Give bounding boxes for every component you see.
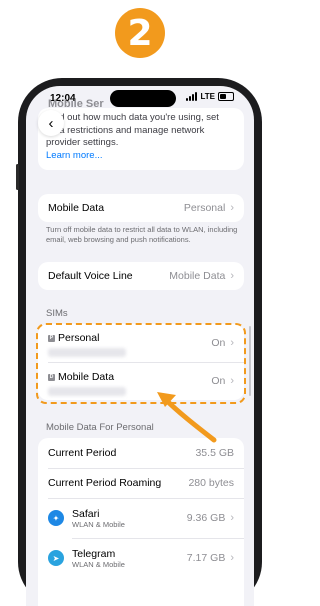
scroll-indicator[interactable] [249,326,251,396]
app-usage-value: 9.36 GB [186,512,226,524]
signal-icon [186,92,198,101]
dynamic-island [110,90,176,107]
chevron-right-icon: › [230,552,234,564]
voice-line-label: Default Voice Line [48,270,133,282]
app-name: Telegram [72,547,116,560]
default-voice-line-row[interactable]: Default Voice Line Mobile Data › [38,262,244,290]
network-type: LTE [200,92,215,101]
current-period-value: 35.5 GB [195,447,234,459]
learn-more-link[interactable]: Learn more... [46,150,236,163]
status-icons: LTE [186,92,234,101]
mobile-data-footnote: Turn off mobile data to restrict all dat… [46,225,238,244]
current-period-label: Current Period [48,447,117,459]
mobile-data-row[interactable]: Mobile Data Personal › [38,194,244,222]
chevron-right-icon: › [230,270,234,282]
app-subtitle: WLAN & Mobile [72,559,125,569]
sims-highlight-box [36,323,246,404]
intro-description: Find out how much data you're using, set… [46,112,236,162]
chevron-right-icon: › [230,202,234,214]
safari-icon: ✦ [48,510,64,526]
roaming-label: Current Period Roaming [48,477,162,489]
usage-section-header: Mobile Data For Personal [46,422,154,433]
usage-card: Current Period 35.5 GB Current Period Ro… [38,438,244,606]
app-subtitle: WLAN & Mobile [72,519,125,529]
step-number-badge: 2 [115,8,165,58]
app-row-safari[interactable]: ✦ Safari WLAN & Mobile 9.36 GB › [38,498,244,538]
app-name: Safari [72,507,100,520]
back-button[interactable]: ‹ [38,110,64,136]
sims-section-header: SIMs [46,308,68,319]
mobile-data-value: Personal [183,202,226,214]
current-period-row: Current Period 35.5 GB [38,438,244,468]
voice-line-value: Mobile Data [169,270,226,282]
chevron-right-icon: › [230,512,234,524]
telegram-icon: ➤ [48,550,64,566]
intro-text: Find out how much data you're using, set… [46,112,219,148]
chevron-left-icon: ‹ [48,114,54,132]
roaming-value: 280 bytes [188,477,234,489]
voice-line-card: Default Voice Line Mobile Data › [38,262,244,290]
current-period-roaming-row: Current Period Roaming 280 bytes [38,468,244,498]
app-row-telegram[interactable]: ➤ Telegram WLAN & Mobile 7.17 GB › [38,538,244,578]
battery-icon [218,92,234,101]
mobile-data-card: Mobile Data Personal › [38,194,244,222]
page-title: Mobile Ser [48,98,104,110]
mobile-data-label: Mobile Data [48,202,105,214]
app-usage-value: 7.17 GB [186,552,226,564]
